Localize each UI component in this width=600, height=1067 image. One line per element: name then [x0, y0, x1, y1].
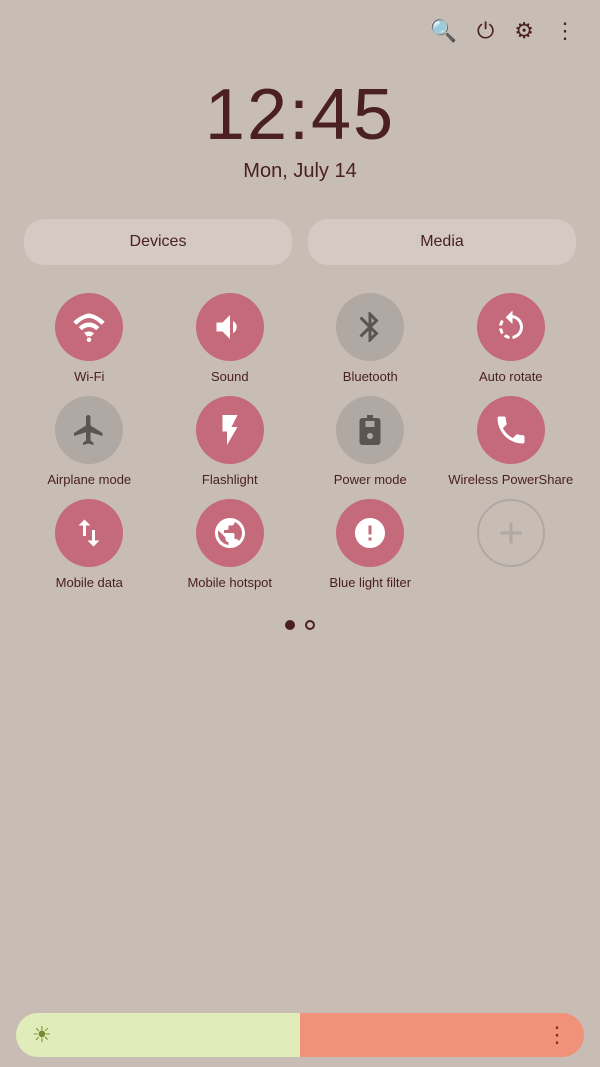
brightness-icon: ☀ [32, 1022, 52, 1048]
tile-bluelightfilter[interactable]: Blue light filter [305, 499, 436, 592]
bottom-bar: ☀ ⋮ [0, 1003, 600, 1067]
pagination-dot-1 [285, 620, 295, 630]
flashlight-icon [196, 396, 264, 464]
tile-airplanemode[interactable]: Airplane mode [24, 396, 155, 489]
wirelesspowershare-label: Wireless PowerShare [448, 472, 573, 489]
power-icon[interactable]: ⏻ [477, 18, 494, 44]
clock-time: 12:45 [205, 74, 395, 156]
autorotate-icon [477, 293, 545, 361]
search-icon[interactable]: 🔍 [429, 18, 456, 44]
wifi-icon [55, 293, 123, 361]
tile-flashlight[interactable]: Flashlight [165, 396, 296, 489]
mobiledata-label: Mobile data [56, 575, 123, 592]
brightness-right[interactable]: ⋮ [300, 1013, 584, 1057]
devices-tab[interactable]: Devices [24, 219, 292, 265]
tile-mobilehotspot[interactable]: Mobile hotspot [165, 499, 296, 592]
pagination [0, 620, 600, 630]
wifi-label: Wi-Fi [74, 369, 104, 386]
airplanemode-label: Airplane mode [47, 472, 131, 489]
autorotate-label: Auto rotate [479, 369, 543, 386]
wirelesspowershare-icon [477, 396, 545, 464]
sound-label: Sound [211, 369, 249, 386]
mobilehotspot-label: Mobile hotspot [187, 575, 272, 592]
tile-bluetooth[interactable]: Bluetooth [305, 293, 436, 386]
pagination-dot-2 [305, 620, 315, 630]
media-tab[interactable]: Media [308, 219, 576, 265]
add-icon [477, 499, 545, 567]
brightness-left[interactable]: ☀ [16, 1013, 300, 1057]
more-menu-icon[interactable]: ⋮ [554, 18, 576, 44]
tab-row: Devices Media [24, 219, 576, 265]
clock-date: Mon, July 14 [243, 160, 356, 183]
tile-mobiledata[interactable]: Mobile data [24, 499, 155, 592]
airplanemode-icon [55, 396, 123, 464]
powermode-label: Power mode [334, 472, 407, 489]
tile-autorotate[interactable]: Auto rotate [446, 293, 577, 386]
top-bar: 🔍 ⏻ ⚙ ⋮ [0, 0, 600, 44]
bottom-more-icon[interactable]: ⋮ [546, 1022, 568, 1048]
bluetooth-icon [336, 293, 404, 361]
tile-add[interactable] [446, 499, 577, 592]
sound-icon [196, 293, 264, 361]
powermode-icon [336, 396, 404, 464]
tile-wirelesspowershare[interactable]: Wireless PowerShare [446, 396, 577, 489]
bluelightfilter-label: Blue light filter [329, 575, 411, 592]
tile-powermode[interactable]: Power mode [305, 396, 436, 489]
mobiledata-icon [55, 499, 123, 567]
settings-icon[interactable]: ⚙ [514, 18, 534, 44]
clock-area: 12:45 Mon, July 14 [0, 74, 600, 183]
tiles-grid: Wi-Fi Sound Bluetooth Auto rotate Airpla… [24, 293, 576, 592]
mobilehotspot-icon [196, 499, 264, 567]
flashlight-label: Flashlight [202, 472, 258, 489]
tile-wifi[interactable]: Wi-Fi [24, 293, 155, 386]
bluetooth-label: Bluetooth [343, 369, 398, 386]
tile-sound[interactable]: Sound [165, 293, 296, 386]
bluelightfilter-icon [336, 499, 404, 567]
